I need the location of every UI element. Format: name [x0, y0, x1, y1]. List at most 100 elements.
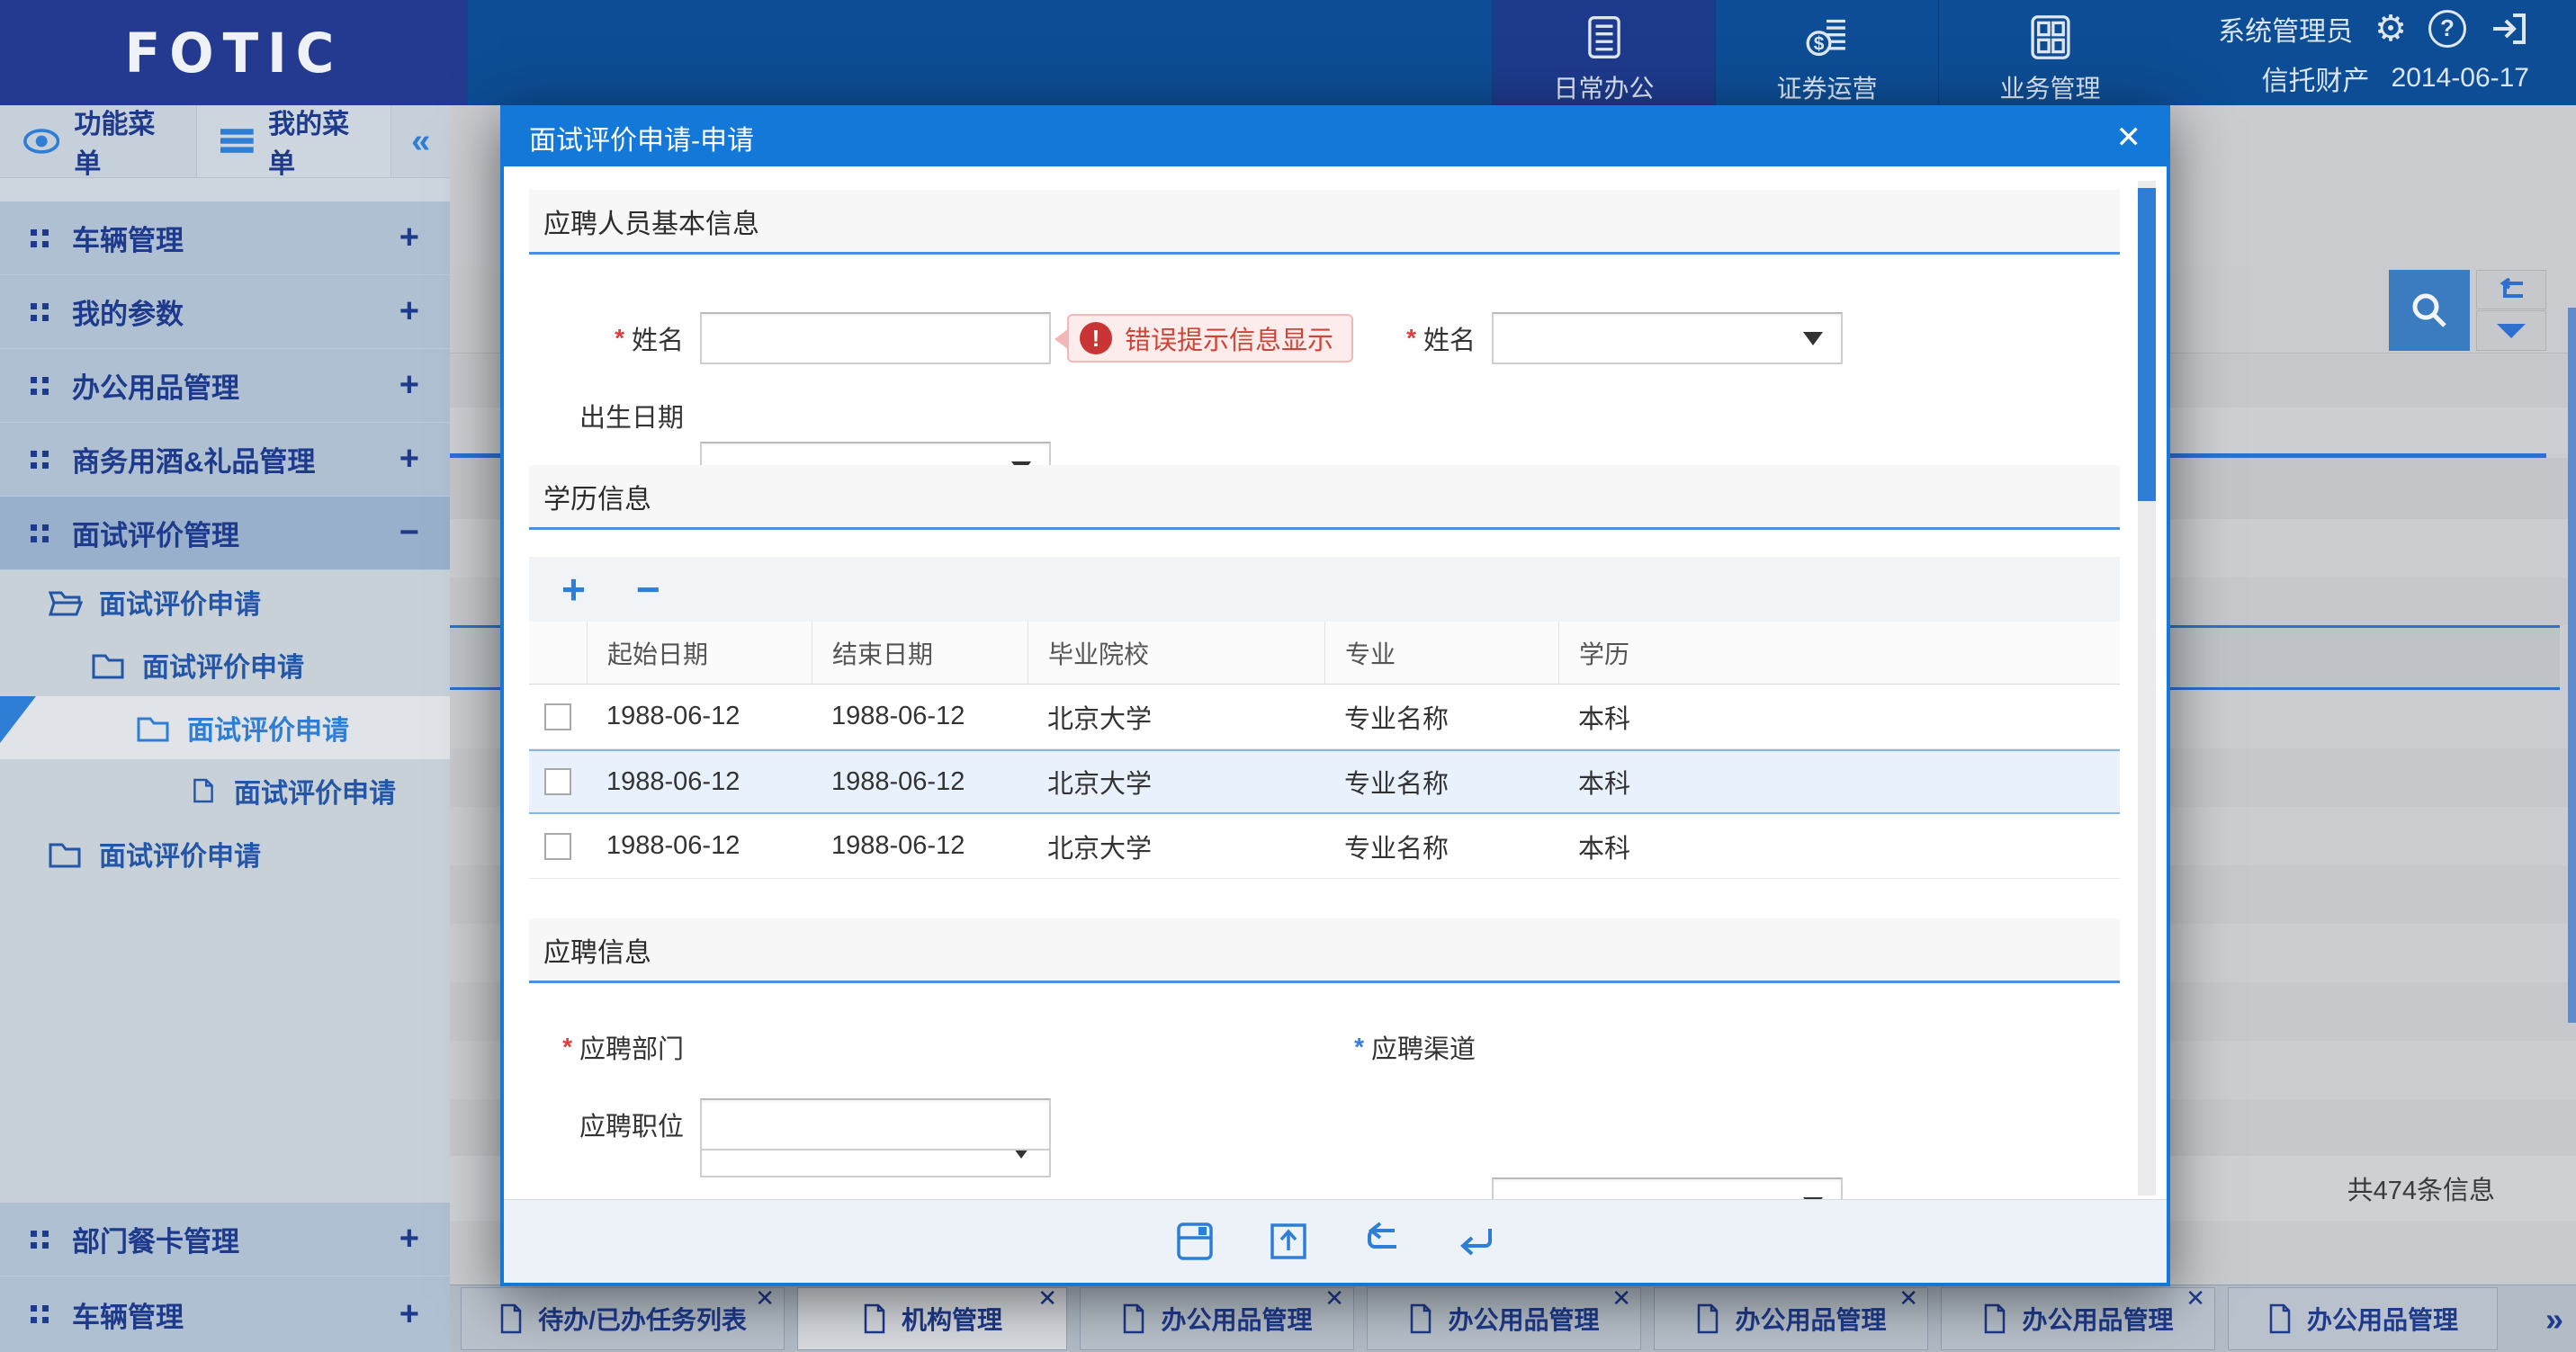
close-icon[interactable]: ✕	[1324, 1285, 1344, 1312]
expand-icon[interactable]: +	[399, 366, 419, 405]
sidebar-collapse-button[interactable]: «	[391, 105, 450, 177]
add-row-button[interactable]: +	[561, 569, 586, 610]
background-reset-button[interactable]	[2476, 270, 2546, 309]
close-icon[interactable]: ✕	[2116, 120, 2142, 156]
close-icon[interactable]: ✕	[1037, 1285, 1057, 1312]
tree-item-interview-apply-3-selected[interactable]: 面试评价申请	[0, 696, 450, 759]
checkbox-column-header	[529, 622, 587, 684]
education-grid-toolbar: + −	[529, 557, 2120, 622]
upload-icon[interactable]	[1269, 1222, 1308, 1261]
file-icon	[189, 774, 218, 807]
apply-channel-label: * 应聘渠道	[1321, 1021, 1476, 1073]
nav-item-business[interactable]: 业务管理	[1938, 0, 2161, 105]
close-icon[interactable]: ✕	[1611, 1285, 1631, 1312]
modal-scrollbar-track[interactable]	[2138, 181, 2156, 1195]
tree-item-interview-apply-2[interactable]: 面试评价申请	[0, 633, 450, 696]
row-checkbox[interactable]	[544, 703, 571, 730]
group-label: 办公用品管理	[72, 365, 239, 406]
modal-footer	[504, 1199, 2167, 1283]
tree-label: 面试评价申请	[99, 582, 261, 622]
dots-icon	[31, 377, 49, 395]
username: 系统管理员	[2218, 9, 2353, 49]
cell-end-date: 1988-06-12	[812, 814, 1028, 878]
table-row-selected[interactable]: 1988-06-12 1988-06-12 北京大学 专业名称 本科	[529, 749, 2120, 814]
task-tab-todo-list[interactable]: 待办/已办任务列表 ✕	[461, 1287, 785, 1350]
column-header: 学历	[1558, 622, 2120, 684]
cell-major: 专业名称	[1324, 814, 1558, 878]
hamburger-icon	[220, 128, 254, 155]
sidebar-group-vehicle-2[interactable]: 车辆管理 +	[0, 1276, 450, 1352]
sidebar-group-office-supplies[interactable]: 办公用品管理 +	[0, 349, 450, 423]
close-icon[interactable]: ✕	[755, 1285, 775, 1312]
name-select[interactable]	[1492, 312, 1843, 364]
undo-icon[interactable]	[1362, 1222, 1402, 1261]
background-expand-button[interactable]	[2476, 310, 2546, 351]
expand-icon[interactable]: +	[399, 219, 419, 257]
gear-icon[interactable]: ⚙	[2374, 11, 2407, 47]
top-nav: 日常办公 $ 证券运营 业务管理	[1492, 0, 2161, 105]
background-search-button[interactable]	[2389, 270, 2470, 351]
expand-icon[interactable]: +	[399, 1220, 419, 1258]
collapse-icon[interactable]: −	[399, 514, 419, 552]
save-icon[interactable]	[1175, 1222, 1215, 1261]
close-icon[interactable]: ✕	[2186, 1285, 2205, 1312]
cell-start-date: 1988-06-12	[587, 751, 812, 812]
task-tab-office-supplies-3[interactable]: 办公用品管理 ✕	[1654, 1287, 1928, 1350]
tree-item-interview-apply-4[interactable]: 面试评价申请	[0, 759, 450, 822]
tab-label: 办公用品管理	[2307, 1301, 2458, 1337]
cell-degree: 本科	[1558, 751, 2120, 812]
document-icon	[2267, 1303, 2293, 1334]
error-tooltip: ! 错误提示信息显示	[1067, 314, 1353, 363]
task-tab-office-supplies-1[interactable]: 办公用品管理 ✕	[1080, 1287, 1354, 1350]
row-checkbox[interactable]	[544, 833, 571, 860]
top-header: FOTIC 日常办公 $ 证券运营	[0, 0, 2576, 105]
nav-item-securities[interactable]: $ 证券运营	[1715, 0, 1938, 105]
nav-item-daily-office[interactable]: 日常办公	[1492, 0, 1715, 105]
task-tab-office-supplies-4[interactable]: 办公用品管理 ✕	[1941, 1287, 2215, 1350]
tab-label: 办公用品管理	[1161, 1301, 1312, 1337]
grid-icon	[2024, 13, 2077, 62]
chevron-down-icon	[2497, 324, 2526, 338]
enter-icon[interactable]	[1456, 1222, 1495, 1261]
expand-icon[interactable]: +	[399, 292, 419, 331]
logout-icon[interactable]	[2488, 8, 2529, 49]
remove-row-button[interactable]: −	[636, 569, 660, 610]
table-row[interactable]: 1988-06-12 1988-06-12 北京大学 专业名称 本科	[529, 814, 2120, 879]
sidebar-group-vehicle[interactable]: 车辆管理 +	[0, 201, 450, 275]
group-label: 车辆管理	[72, 218, 184, 258]
sidebar-group-params[interactable]: 我的参数 +	[0, 275, 450, 349]
tab-label: 待办/已办任务列表	[538, 1301, 747, 1337]
sidebar-group-interview[interactable]: 面试评价管理 −	[0, 497, 450, 570]
name-input[interactable]	[700, 312, 1051, 364]
tree-label: 面试评价申请	[187, 708, 349, 748]
modal-titlebar[interactable]: 面试评价申请-申请 ✕	[504, 109, 2167, 166]
sidebar-group-meal-card[interactable]: 部门餐卡管理 +	[0, 1203, 450, 1276]
apply-position-input[interactable]	[700, 1098, 1051, 1151]
tab-my-menu[interactable]: 我的菜单	[196, 105, 391, 177]
sidebar-group-gifts[interactable]: 商务用酒&礼品管理 +	[0, 423, 450, 497]
section-title: 应聘信息	[543, 930, 651, 970]
task-tab-office-supplies-2[interactable]: 办公用品管理 ✕	[1367, 1287, 1641, 1350]
tab-overflow-icon[interactable]: »	[2545, 1301, 2563, 1339]
screen: FOTIC 日常办公 $ 证券运营	[0, 0, 2576, 1352]
task-tab-org-management[interactable]: 机构管理 ✕	[797, 1287, 1067, 1350]
tab-label: 功能菜单	[74, 102, 173, 181]
document-icon	[1408, 1303, 1433, 1334]
tree-item-interview-apply-1[interactable]: 面试评价申请	[0, 570, 450, 633]
task-tab-office-supplies-5[interactable]: 办公用品管理	[2228, 1287, 2498, 1350]
background-scrollbar[interactable]	[2568, 308, 2576, 1023]
tab-function-menu[interactable]: 功能菜单	[0, 105, 196, 177]
modal-scrollbar-thumb[interactable]	[2138, 188, 2156, 501]
help-icon[interactable]: ?	[2428, 10, 2466, 48]
expand-icon[interactable]: +	[399, 1295, 419, 1334]
search-icon	[2409, 290, 2450, 331]
section-title: 应聘人员基本信息	[543, 201, 759, 241]
interview-apply-modal: 面试评价申请-申请 ✕ 应聘人员基本信息 * 姓名 ! 错误提示信息显示 * 姓…	[500, 105, 2170, 1286]
expand-icon[interactable]: +	[399, 440, 419, 479]
row-checkbox[interactable]	[544, 768, 571, 795]
name2-label: * 姓名	[1332, 312, 1476, 364]
close-icon[interactable]: ✕	[1898, 1285, 1918, 1312]
table-row[interactable]: 1988-06-12 1988-06-12 北京大学 专业名称 本科	[529, 685, 2120, 749]
tree-item-interview-apply-5[interactable]: 面试评价申请	[0, 822, 450, 885]
list-icon	[1578, 13, 1630, 62]
